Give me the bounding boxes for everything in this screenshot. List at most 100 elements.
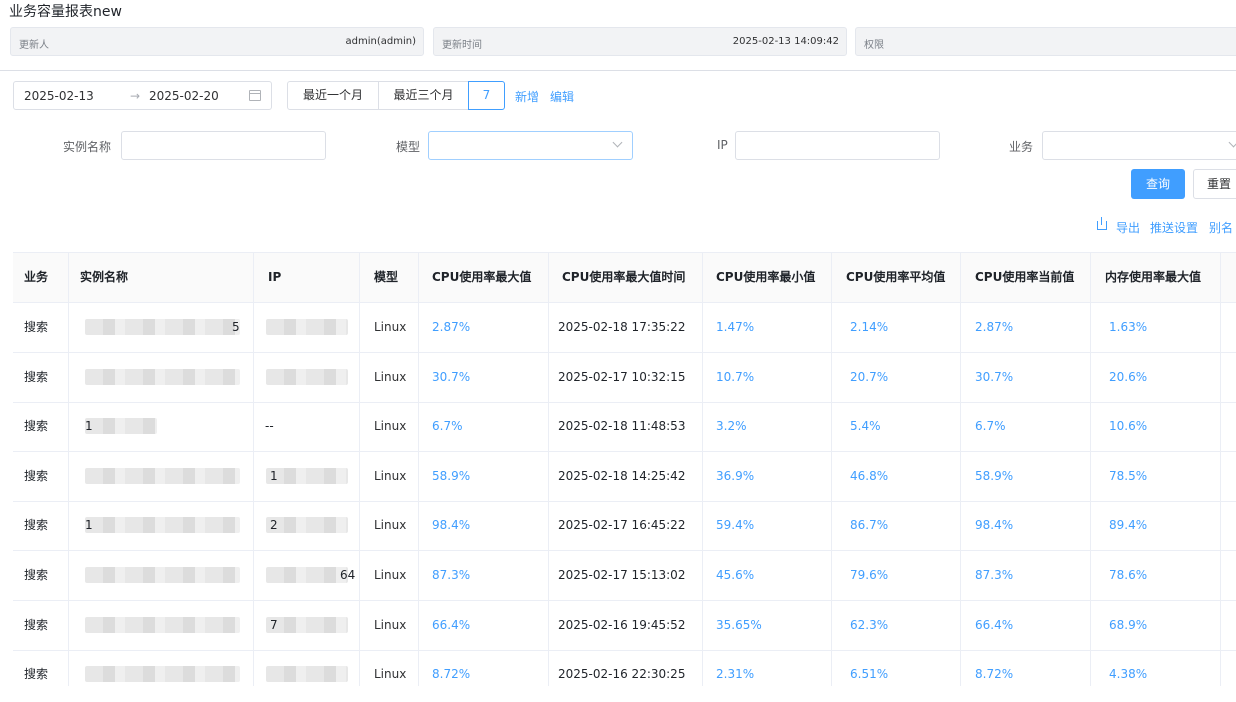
cell-text: 1 [85,518,93,533]
edit-link[interactable]: 编辑 [550,88,574,105]
model-select[interactable] [428,131,633,160]
cell-cpu-avg: 5.4% [832,402,961,452]
cell-cpu-cur: 58.9% [961,451,1091,501]
table-row[interactable]: 搜索 1 -- Linux 6.7% 2025-02-18 11:48:53 3.2% 5.4… [13,402,1236,453]
col-model[interactable]: 模型 [360,253,419,302]
table-row[interactable]: 搜索 Linux 30.7% 2025-02-17 10:32:15 10.7% 20.7… [13,352,1236,403]
cell-text: 45.6% [716,568,755,582]
end-date[interactable]: 2025-02-20 [149,89,219,103]
cell-cpu-max: 66.4% [419,600,549,650]
cell-text: 2025-02-18 11:48:53 [558,419,686,434]
cell-business: 搜索 [13,451,69,501]
instance-name-label: 实例名称 [63,140,112,154]
redacted-block [85,368,240,385]
cell-name-visible [69,650,254,686]
cell-text: 6.7% [975,419,1006,434]
cell-business: 搜索 [13,600,69,650]
cell-text: 5 [232,320,240,334]
col-cpu-current[interactable]: CPU使用率当前值 [961,253,1091,302]
cell-text: 1 [270,468,278,483]
cell-cpu-max: 2.87% [419,303,549,352]
reset-button[interactable]: 重置 [1193,169,1236,199]
col-cpu-max[interactable]: CPU使用率最大值 [419,253,549,302]
table-row[interactable]: 搜索 5 Linux 2.87% 2025-02-18 17:35:22 1.47% 2.1… [13,303,1236,353]
cell-text: 2025-02-18 14:25:42 [558,468,686,483]
col-cpu-max-time[interactable]: CPU使用率最大值时间 [549,253,703,302]
cell-text: 89.4% [1109,518,1148,533]
cell-text: 2.14% [850,320,889,334]
cell-cpu-min: 45.6% [703,551,832,600]
col-mem-max[interactable]: 内存使用率最大值 [1091,253,1221,302]
cell-business: 搜索 [13,551,69,600]
col-instance-name[interactable]: 实例名称 [69,253,254,302]
business-select[interactable] [1042,131,1236,160]
cell-cpu-avg: 20.7% [832,352,961,402]
cell-text: 78.6% [1109,568,1148,582]
cell-text: -- [265,419,274,434]
ip-label: IP [717,138,728,152]
cell-text: 2.87% [975,320,1014,334]
cell-name-visible: 1 [69,501,254,551]
cell-cpu-min: 1.47% [703,303,832,352]
cell-cpu-avg: 79.6% [832,551,961,600]
alias-link[interactable]: 别名 [1209,219,1233,236]
cell-text: 10.6% [1109,419,1148,434]
cell-ip-visible: 64 [254,551,360,600]
cell-text: 2025-02-17 15:13:02 [558,568,686,582]
push-settings-link[interactable]: 推送设置 [1150,219,1198,236]
cell-text: Linux [374,617,407,632]
col-cpu-min[interactable]: CPU使用率最小值 [703,253,832,302]
cell-model: Linux [360,551,419,600]
range-last-month-button[interactable]: 最近一个月 [287,81,379,110]
table-row[interactable]: 搜索 7 Linux 66.4% 2025-02-16 19:45:52 35.65% 62… [13,600,1236,651]
cell-cpu-min: 59.4% [703,501,832,551]
redacted-block [266,368,348,385]
cell-text: Linux [374,667,407,682]
cell-text: 6.51% [850,667,889,682]
redacted-block [266,517,348,534]
cell-text: 搜索 [24,468,49,483]
table-row[interactable]: 搜索 64 Linux 87.3% 2025-02-17 15:13:02 45.6% 79… [13,551,1236,601]
cell-text: 98.4% [975,518,1014,533]
col-ip[interactable]: IP [254,253,360,302]
redacted-block [85,567,240,583]
col-next [1221,253,1236,302]
table-row[interactable]: 搜索 1 2 Linux 98.4% 2025-02-17 16:45:22 59.4% 86… [13,501,1236,552]
cell-text: 搜索 [24,369,49,384]
calendar-icon[interactable] [249,90,261,101]
cell-cpu-max: 30.7% [419,352,549,402]
range-days-button[interactable]: 7 [468,81,505,110]
cell-overflow [1221,452,1236,501]
start-date[interactable]: 2025-02-13 [24,89,94,103]
date-range-picker[interactable]: 2025-02-13 → 2025-02-20 [13,81,272,110]
export-link[interactable]: 导出 [1116,219,1140,236]
cell-text: 64 [340,568,356,582]
query-button[interactable]: 查询 [1131,169,1185,199]
cell-text: Linux [374,320,407,334]
cell-cpu-max: 6.7% [419,402,549,452]
cell-text: 8.72% [975,667,1014,682]
cell-overflow [1221,303,1236,352]
business-label: 业务 [1009,140,1034,154]
cell-ip-visible: 2 [254,501,360,551]
cell-text: Linux [374,369,407,384]
cell-cpu-max-time: 2025-02-16 19:45:52 [549,600,703,650]
ip-input[interactable] [735,131,940,160]
export-icon[interactable] [1097,217,1107,230]
cell-text: 87.3% [432,568,471,582]
table-row[interactable]: 搜索 Linux 8.72% 2025-02-16 22:30:25 2.31% 6.51… [13,650,1236,686]
cell-text: 68.9% [1109,617,1148,632]
add-link[interactable]: 新增 [515,88,539,105]
cell-mem-max: 68.9% [1091,600,1221,650]
cell-text: 2025-02-16 22:30:25 [558,667,686,682]
cell-cpu-max: 98.4% [419,501,549,551]
table-row[interactable]: 搜索 1 Linux 58.9% 2025-02-18 14:25:42 36.9% 46.… [13,451,1236,502]
cell-name-visible [69,451,254,501]
col-business[interactable]: 业务 [13,253,69,302]
cell-mem-max: 1.63% [1091,303,1221,352]
range-last-three-months-button[interactable]: 最近三个月 [378,81,469,110]
instance-name-input[interactable] [121,131,326,160]
model-label: 模型 [396,140,421,154]
redacted-block [266,666,348,683]
col-cpu-avg[interactable]: CPU使用率平均值 [832,253,961,302]
